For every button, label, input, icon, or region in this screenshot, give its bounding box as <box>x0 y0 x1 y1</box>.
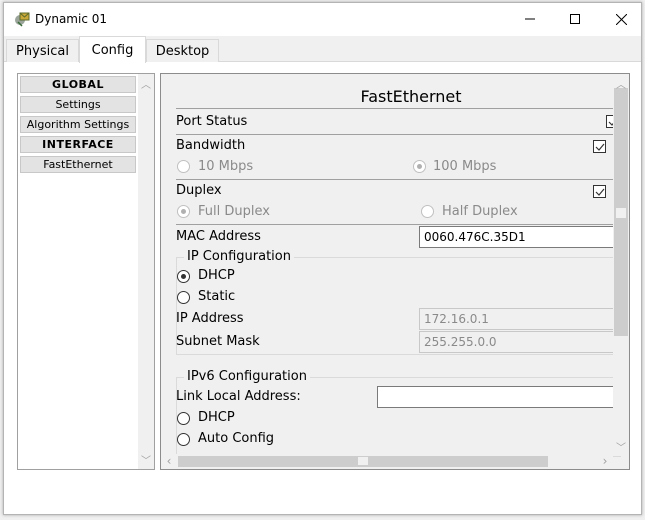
radio-100mbps-label: 100 Mbps <box>433 159 497 174</box>
radio-100mbps[interactable] <box>413 160 426 173</box>
bandwidth-auto-checkbox[interactable] <box>593 140 606 153</box>
panel-horizontal-scrollbar[interactable]: ‹ › <box>161 454 613 469</box>
bandwidth-label: Bandwidth <box>176 138 246 153</box>
check-icon <box>595 143 605 151</box>
check-icon <box>595 188 605 196</box>
tab-config[interactable]: Config <box>79 36 146 63</box>
scroll-up-icon[interactable]: ︿ <box>613 76 629 91</box>
divider <box>176 179 616 180</box>
radio-ipv4-dhcp-label: DHCP <box>198 268 235 283</box>
radio-ipv6-dhcp-label: DHCP <box>198 410 235 425</box>
maximize-icon <box>570 14 580 24</box>
maximize-button[interactable] <box>552 3 598 35</box>
tab-bar: Physical Config Desktop <box>4 36 641 63</box>
duplex-auto-checkbox[interactable] <box>593 185 606 198</box>
tab-desktop[interactable]: Desktop <box>146 39 219 62</box>
panel-vertical-scrollbar[interactable]: ︿ ﹀ <box>613 74 629 456</box>
radio-ipv4-static-label: Static <box>198 289 236 304</box>
pc-device-icon <box>15 12 30 27</box>
radio-ipv4-dhcp[interactable] <box>177 270 190 283</box>
scroll-left-icon[interactable]: ‹ <box>161 454 177 468</box>
divider <box>176 134 616 135</box>
radio-ipv6-auto-config-label: Auto Config <box>198 431 275 446</box>
port-status-label: Port Status <box>176 114 248 129</box>
scroll-right-icon[interactable]: › <box>597 454 613 468</box>
link-local-address-field[interactable] <box>377 386 617 408</box>
interface-settings-panel: FastEthernet Port Status Bandwidth 10 Mb… <box>160 73 630 470</box>
title-bar[interactable]: Dynamic 01 <box>4 3 641 35</box>
close-icon <box>615 13 627 25</box>
panel-title: FastEthernet <box>360 87 462 106</box>
radio-10mbps-label: 10 Mbps <box>198 159 254 174</box>
link-local-address-label: Link Local Address: <box>176 389 301 404</box>
ip-address-field[interactable]: 172.16.0.1 <box>419 308 619 330</box>
duplex-label: Duplex <box>176 183 222 198</box>
subnet-mask-field[interactable]: 255.255.0.0 <box>419 331 619 353</box>
nav-algorithm-settings[interactable]: Algorithm Settings <box>20 116 136 133</box>
radio-full-duplex[interactable] <box>177 205 190 218</box>
config-content: GLOBAL Settings Algorithm Settings INTER… <box>4 63 641 475</box>
nav-global-header: GLOBAL <box>20 76 136 93</box>
tab-physical[interactable]: Physical <box>6 39 79 62</box>
nav-settings[interactable]: Settings <box>20 96 136 113</box>
ip-configuration-title: IP Configuration <box>184 249 294 264</box>
radio-10mbps[interactable] <box>177 160 190 173</box>
minimize-button[interactable] <box>507 3 553 35</box>
scroll-down-icon[interactable]: ﹀ <box>138 452 154 467</box>
vertical-scroll-thumb[interactable] <box>614 88 628 336</box>
radio-ipv6-auto-config[interactable] <box>177 433 190 446</box>
ip-address-label: IP Address <box>176 311 244 326</box>
radio-half-duplex-label: Half Duplex <box>442 204 518 219</box>
window-title: Dynamic 01 <box>35 12 108 26</box>
radio-ipv4-static[interactable] <box>177 291 190 304</box>
divider <box>176 108 616 109</box>
nav-scrollbar[interactable]: ︿ ﹀ <box>138 74 154 469</box>
scroll-up-icon[interactable]: ︿ <box>138 76 154 91</box>
nav-fastethernet[interactable]: FastEthernet <box>20 156 136 173</box>
config-nav-list: GLOBAL Settings Algorithm Settings INTER… <box>17 73 155 470</box>
mac-address-label: MAC Address <box>176 229 261 244</box>
minimize-icon <box>525 18 535 20</box>
horizontal-scroll-thumb[interactable] <box>178 456 548 467</box>
radio-full-duplex-label: Full Duplex <box>198 204 270 219</box>
subnet-mask-label: Subnet Mask <box>176 334 260 349</box>
nav-interface-header: INTERFACE <box>20 136 136 153</box>
ipv6-configuration-title: IPv6 Configuration <box>184 369 310 384</box>
divider <box>176 224 616 225</box>
scroll-down-icon[interactable]: ﹀ <box>613 439 629 454</box>
close-button[interactable] <box>598 3 644 35</box>
device-window: Dynamic 01 Physical Config Desktop GLOBA… <box>3 2 642 515</box>
mac-address-field[interactable]: 0060.476C.35D1 <box>419 226 619 248</box>
radio-ipv6-dhcp[interactable] <box>177 412 190 425</box>
radio-half-duplex[interactable] <box>421 205 434 218</box>
